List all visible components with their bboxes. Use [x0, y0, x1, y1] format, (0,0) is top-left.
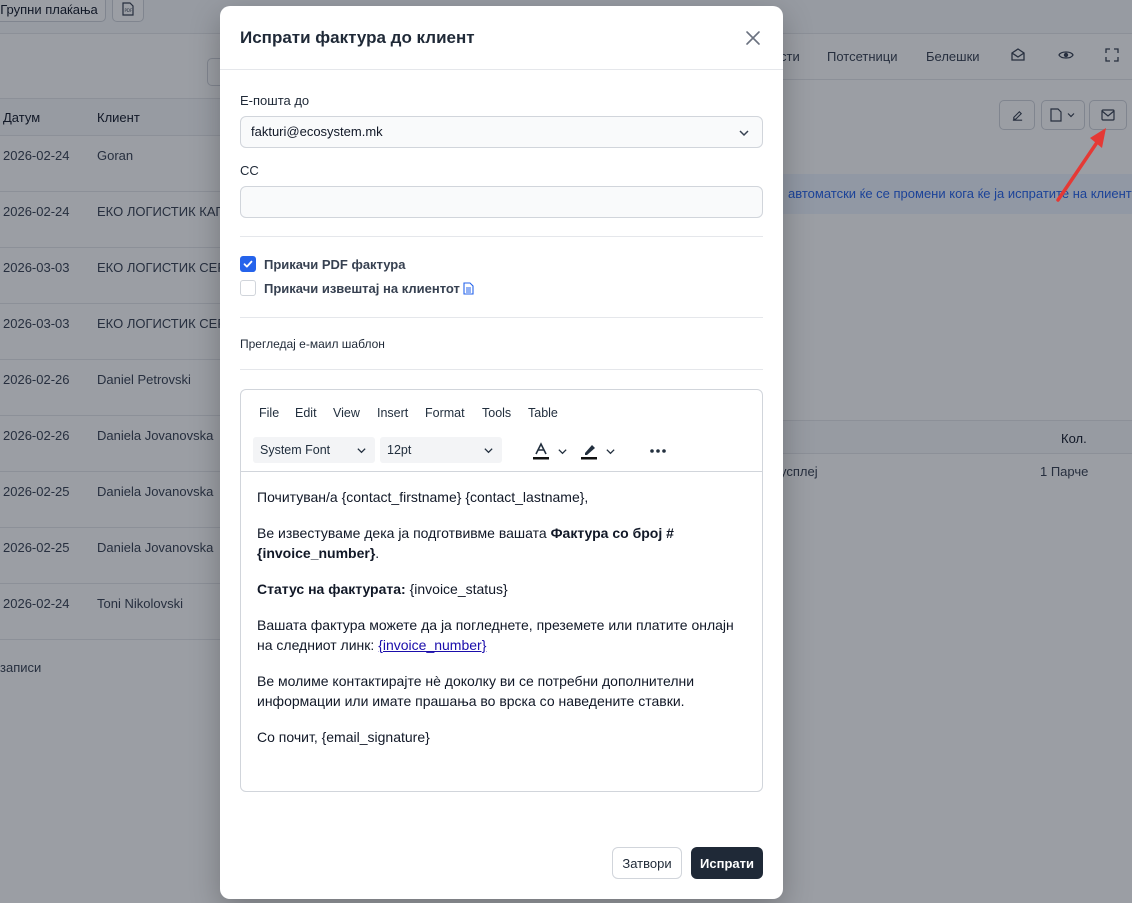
menu-file[interactable]: File: [259, 406, 279, 420]
menu-tools[interactable]: Tools: [482, 406, 511, 420]
document-icon[interactable]: [463, 281, 474, 295]
status-label: Статус на фактурата:: [257, 581, 406, 597]
text: Ве известуваме дека ја подготвивме вашат…: [257, 525, 551, 541]
link-paragraph: Вашата фактура можете да ја погледнете, …: [257, 615, 747, 655]
attach-report-checkbox[interactable]: [240, 280, 256, 296]
close-icon[interactable]: [743, 28, 763, 48]
greeting-paragraph: Почитуван/а {contact_firstname} {contact…: [257, 489, 589, 505]
email-to-select[interactable]: fakturi@ecosystem.mk: [240, 116, 763, 148]
email-to-label: Е-пошта до: [240, 93, 310, 108]
send-invoice-modal: Испрати фактура до клиент Е-пошта до fak…: [220, 6, 783, 899]
checkmark-icon: [243, 260, 253, 268]
modal-title: Испрати фактура до клиент: [240, 28, 475, 47]
red-arrow-annotation: [1056, 128, 1106, 202]
modal-header: Испрати фактура до клиент: [220, 6, 783, 70]
invoice-ready-paragraph: Ве известуваме дека ја подготвивме вашат…: [257, 523, 747, 563]
text-color-icon: [533, 442, 549, 460]
font-size-value: 12pt: [387, 443, 412, 457]
contact-paragraph: Ве молиме контактирајте нè доколку ви се…: [257, 673, 695, 709]
editor-content[interactable]: Почитуван/а {contact_firstname} {contact…: [257, 487, 747, 763]
divider: [240, 317, 763, 318]
cc-label: CC: [240, 163, 259, 178]
divider: [240, 236, 763, 237]
email-template-editor[interactable]: File Edit View Insert Format Tools Table…: [240, 389, 763, 792]
more-horizontal-icon: [650, 449, 666, 453]
highlight-color-button[interactable]: [579, 440, 616, 462]
attach-report-option[interactable]: Прикачи извештај на клиентот: [240, 280, 474, 296]
chevron-down-icon: [558, 448, 567, 454]
attach-pdf-label: Прикачи PDF фактура: [264, 256, 406, 272]
chevron-down-icon: [484, 448, 493, 454]
editor-toolbar: System Font 12pt: [241, 432, 762, 472]
email-to-value: fakturi@ecosystem.mk: [251, 124, 383, 139]
menu-table[interactable]: Table: [528, 406, 558, 420]
text: .: [375, 545, 380, 561]
menu-insert[interactable]: Insert: [377, 406, 408, 420]
invoice-link[interactable]: {invoice_number}: [378, 637, 486, 653]
menu-view[interactable]: View: [333, 406, 360, 420]
menu-format[interactable]: Format: [425, 406, 465, 420]
divider: [240, 369, 763, 370]
text: Вашата фактура можете да ја погледнете, …: [257, 617, 734, 653]
status-paragraph: Статус на фактурата: {invoice_status}: [257, 579, 747, 599]
send-button[interactable]: Испрати: [691, 847, 763, 879]
close-button[interactable]: Затвори: [612, 847, 682, 879]
closing-paragraph: Со почит, {email_signature}: [257, 729, 430, 745]
editor-menubar: File Edit View Insert Format Tools Table: [241, 390, 762, 432]
font-size-select[interactable]: 12pt: [380, 437, 502, 463]
font-family-select[interactable]: System Font: [253, 437, 375, 463]
attach-report-label: Прикачи извештај на клиентот: [264, 280, 460, 296]
text-color-button[interactable]: [531, 440, 568, 462]
cc-input[interactable]: [240, 186, 763, 218]
attach-pdf-option[interactable]: Прикачи PDF фактура: [240, 256, 405, 272]
attach-pdf-checkbox[interactable]: [240, 256, 256, 272]
preview-template-label: Прегледај е-маил шаблон: [240, 337, 385, 351]
chevron-down-icon: [357, 448, 366, 454]
font-family-value: System Font: [260, 443, 331, 457]
more-options-button[interactable]: [649, 440, 667, 462]
highlighter-icon: [581, 445, 597, 460]
chevron-down-icon: [606, 448, 615, 454]
status-value: {invoice_status}: [405, 581, 508, 597]
chevron-down-icon: [739, 130, 749, 137]
menu-edit[interactable]: Edit: [295, 406, 317, 420]
